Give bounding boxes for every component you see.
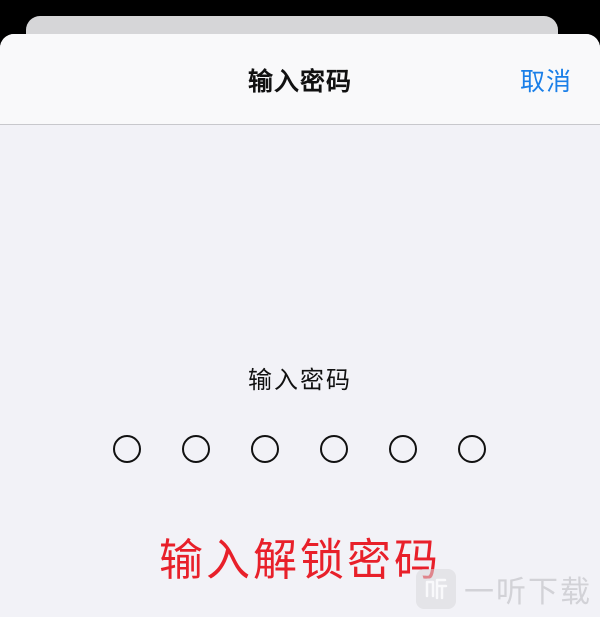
passcode-dot-1 bbox=[113, 435, 141, 463]
passcode-dot-4 bbox=[320, 435, 348, 463]
watermark-logo-icon bbox=[416, 569, 456, 609]
passcode-dots bbox=[0, 435, 600, 469]
passcode-sheet: 输入密码 取消 输入密码 输入解锁密码 一听下载 bbox=[0, 34, 600, 617]
cancel-button[interactable]: 取消 bbox=[520, 62, 572, 98]
passcode-prompt: 输入密码 bbox=[248, 366, 352, 394]
passcode-dot-5 bbox=[389, 435, 417, 463]
passcode-dot-6 bbox=[458, 435, 486, 463]
watermark-text: 一听下载 bbox=[464, 575, 592, 610]
passcode-dot-2 bbox=[182, 435, 210, 463]
passcode-dot-3 bbox=[251, 435, 279, 463]
watermark: 一听下载 bbox=[416, 567, 592, 611]
nav-title: 输入密码 bbox=[247, 67, 352, 96]
navigation-bar: 输入密码 取消 bbox=[0, 34, 600, 125]
